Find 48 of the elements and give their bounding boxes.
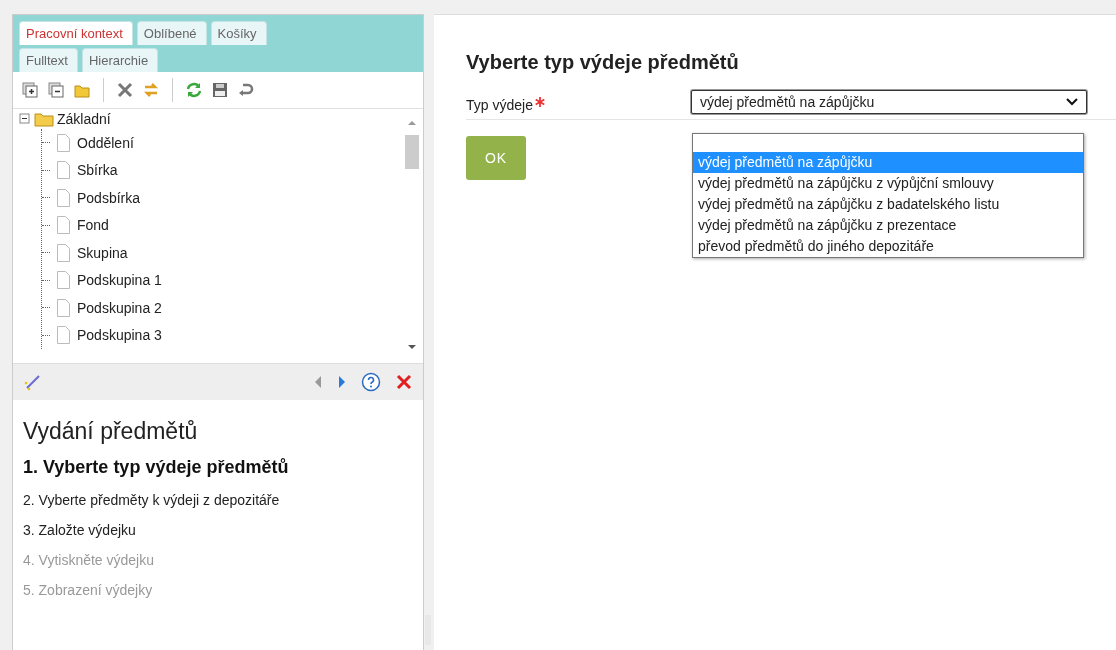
folder-icon	[34, 111, 54, 127]
tab[interactable]: Fulltext	[19, 48, 78, 72]
tree-item[interactable]: Skupina	[77, 244, 128, 261]
document-icon	[57, 216, 70, 235]
wizard-step[interactable]: 3. Založte výdejku	[23, 522, 413, 538]
previous-icon[interactable]	[313, 375, 323, 389]
dropdown-option[interactable]: výdej předmětů na zápůjčku z badatelského listu	[693, 194, 1083, 215]
document-icon	[57, 326, 70, 345]
dropdown-option[interactable]: výdej předmětů na zápůjčku z výpůjční smlouvy	[693, 173, 1083, 194]
swap-arrows-icon[interactable]	[142, 81, 160, 99]
document-icon	[57, 188, 70, 207]
wizard-step[interactable]: 1. Vyberte typ výdeje předmětů	[23, 457, 413, 478]
tree-item[interactable]: Podskupina 1	[77, 272, 162, 289]
collapse-all-icon[interactable]	[47, 81, 65, 99]
document-icon	[57, 133, 70, 152]
collapse-icon[interactable]	[19, 113, 31, 125]
chevron-icon	[1066, 98, 1078, 106]
resize-handle[interactable]	[425, 615, 431, 645]
document-icon	[57, 243, 70, 262]
dropdown-option[interactable]: výdej předmětů na zápůjčku z prezentace	[693, 215, 1083, 236]
tab[interactable]: Pracovní kontext	[19, 21, 133, 45]
document-icon	[57, 161, 70, 180]
wizard-title: Vydání předmětů	[23, 418, 199, 445]
tree-item[interactable]: Fond	[77, 217, 109, 234]
expand-all-icon[interactable]	[21, 81, 39, 99]
close-icon[interactable]	[395, 373, 413, 391]
next-icon[interactable]	[337, 375, 347, 389]
help-icon[interactable]	[361, 372, 381, 392]
tree-item[interactable]: Sbírka	[77, 162, 118, 179]
tree-item[interactable]: Podsbírka	[77, 189, 141, 206]
tree-item[interactable]: Podskupina 2	[77, 299, 162, 316]
tab[interactable]: Košíky	[210, 21, 267, 45]
undo-icon[interactable]	[237, 81, 255, 99]
tab[interactable]: Oblíbené	[136, 21, 207, 45]
tree-item[interactable]: Základní	[57, 111, 111, 127]
dropdown[interactable]: výdej předmětů na zápůjčku	[691, 90, 1087, 114]
tree-item[interactable]: Oddělení	[77, 134, 134, 151]
refresh-icon[interactable]	[185, 81, 203, 99]
wizard-step[interactable]: 2. Vyberte předměty k výdeji z depozitáře	[23, 492, 413, 508]
tree-item[interactable]: Podskupina 3	[77, 327, 162, 344]
page-title: Vyberte typ výdeje předmětů	[466, 51, 740, 74]
save-icon[interactable]	[211, 81, 229, 99]
document-icon	[57, 298, 70, 317]
tab[interactable]: Hierarchie	[81, 48, 159, 72]
document-icon	[57, 271, 70, 290]
dropdown-option[interactable]: převod předmětů do jiného depozitáře	[693, 236, 1083, 257]
field-label: Typ výdeje	[466, 97, 533, 113]
wand-icon[interactable]	[23, 373, 41, 391]
